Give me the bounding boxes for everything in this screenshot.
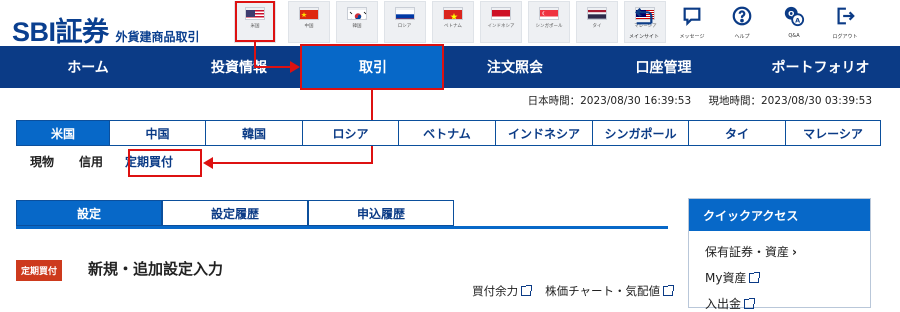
tab-country-th[interactable]: タイ (689, 120, 786, 146)
tab-spot[interactable]: 現物 (30, 153, 54, 170)
quick-access-label: My資産 (705, 271, 747, 285)
japan-time: 日本時間：2023/08/30 16:39:53 (527, 95, 692, 107)
tab-country-us[interactable]: 米国 (16, 120, 110, 146)
quick-access-label: 保有証券・資産 (705, 245, 790, 259)
link-label: 買付余力 (472, 284, 519, 298)
tab-margin[interactable]: 信用 (79, 153, 103, 170)
tab-country-kr[interactable]: 韓国 (206, 120, 303, 146)
section-tabs: 設定 設定履歴 申込履歴 (16, 200, 454, 226)
page-title: 新規・追加設定入力 (88, 260, 224, 278)
quick-access-holdings[interactable]: 保有証券・資産 › (705, 243, 870, 260)
section-tabs-underline (16, 226, 668, 229)
time-display: 日本時間：2023/08/30 16:39:53 現地時間：2023/08/30… (514, 93, 872, 108)
local-time: 現地時間：2023/08/30 03:39:53 (708, 95, 872, 107)
quick-access-panel: クイックアクセス 保有証券・資産 › My資産 入出金 (688, 198, 871, 311)
tab-country-sg[interactable]: シンガポール (593, 120, 689, 146)
tab-country-vn[interactable]: ベトナム (399, 120, 496, 146)
quick-access-my-assets[interactable]: My資産 (705, 269, 870, 286)
helper-links: 買付余力 株価チャート・気配値 (458, 283, 674, 299)
regular-purchase-badge: 定期買付 (16, 260, 63, 281)
tab-country-my[interactable]: マレーシア (786, 120, 881, 146)
tab-application-history[interactable]: 申込履歴 (308, 200, 454, 226)
country-tabs: 米国 中国 韓国 ロシア ベトナム インドネシア シンガポール タイ マレーシア (16, 120, 881, 146)
tab-country-id[interactable]: インドネシア (496, 120, 593, 146)
external-link-icon (521, 285, 533, 296)
tab-country-cn[interactable]: 中国 (110, 120, 206, 146)
chart-quote-link[interactable]: 株価チャート・気配値 (545, 283, 674, 299)
chevron-right-icon: › (792, 244, 797, 259)
link-label: 株価チャート・気配値 (545, 284, 660, 298)
quick-access-title: クイックアクセス (689, 199, 870, 231)
tab-settings-history[interactable]: 設定履歴 (162, 200, 308, 226)
external-link-icon (663, 285, 674, 296)
tab-country-ru[interactable]: ロシア (303, 120, 399, 146)
buying-power-link[interactable]: 買付余力 (472, 283, 533, 299)
tab-settings[interactable]: 設定 (16, 200, 162, 226)
external-link-icon (749, 271, 761, 283)
highlight-box-regular-purchase (128, 149, 202, 177)
